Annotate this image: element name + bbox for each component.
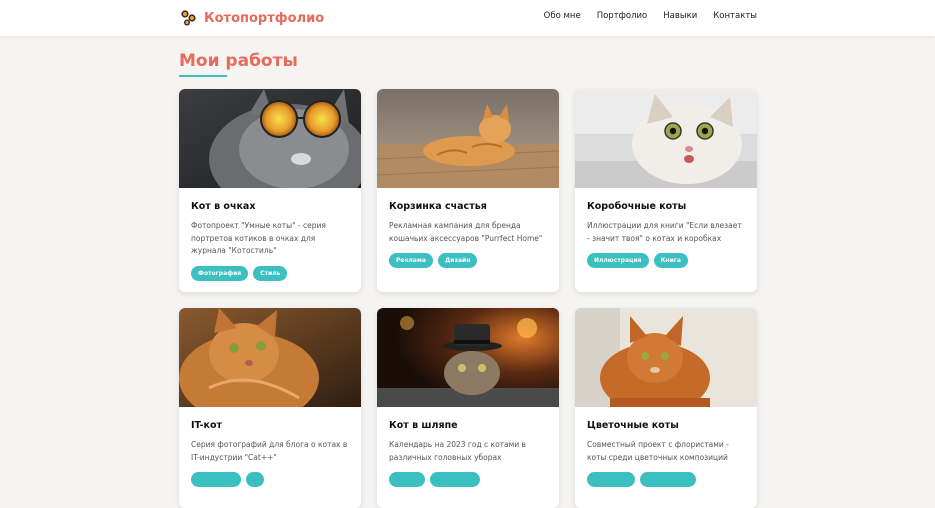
card-title: Коробочные коты xyxy=(587,201,687,212)
main-nav: Обо мне Портфолио Навыки Контакты xyxy=(544,11,757,21)
portfolio-card[interactable]: Цветочные коты Совместный проект с флори… xyxy=(575,308,757,508)
tag-design[interactable]: Дизайн xyxy=(437,253,478,268)
tag-2[interactable] xyxy=(640,472,696,487)
tag-1[interactable] xyxy=(191,472,241,487)
tag-style[interactable]: Стиль xyxy=(253,265,288,281)
card-image-it-cat xyxy=(179,308,361,407)
card-image-cat-basket xyxy=(377,89,559,188)
portfolio-card[interactable]: Корзинка счастья Рекламная кампания для … xyxy=(377,89,559,292)
card-description: Совместный проект с флористами - коты ср… xyxy=(587,440,729,462)
tag-1[interactable] xyxy=(587,472,635,487)
tag-list xyxy=(389,472,547,487)
tag-ads[interactable]: Реклама xyxy=(389,253,433,268)
card-description: Календарь на 2023 год с котами в различн… xyxy=(389,440,526,462)
card-body: IT-кот Серия фотографий для блога о кота… xyxy=(179,407,361,497)
logo[interactable]: Котопортфолио xyxy=(180,9,324,27)
card-description: Фотопроект "Умные коты" - серия портрето… xyxy=(191,221,326,255)
card-image-cat-glasses xyxy=(179,89,361,188)
card-title: IT-кот xyxy=(191,420,223,431)
tag-list: Иллюстрация Книга xyxy=(587,253,745,268)
tag-1[interactable] xyxy=(389,472,425,487)
portfolio-card[interactable]: IT-кот Серия фотографий для блога о кота… xyxy=(179,308,361,508)
tag-illustration[interactable]: Иллюстрация xyxy=(587,253,649,268)
card-body: Кот в шляпе Календарь на 2023 год с кота… xyxy=(377,407,559,497)
card-image-cat-box xyxy=(575,89,757,188)
tag-2[interactable] xyxy=(430,472,480,487)
tag-photo[interactable]: Фотография xyxy=(191,265,249,281)
tag-list xyxy=(191,472,349,487)
logo-text: Котопортфолио xyxy=(204,10,325,26)
paw-icon xyxy=(181,10,196,26)
card-description: Иллюстрации для книги "Если влезает - зн… xyxy=(587,221,742,243)
card-title: Кот в шляпе xyxy=(389,420,458,431)
site-header: Котопортфолио Обо мне Портфолио Навыки К… xyxy=(0,0,935,36)
nav-link-portfolio[interactable]: Портфолио xyxy=(597,11,648,21)
card-body: Корзинка счастья Рекламная кампания для … xyxy=(377,188,559,278)
portfolio-card[interactable]: Коробочные коты Иллюстрации для книги "Е… xyxy=(575,89,757,292)
tag-list: Фотография Стиль xyxy=(191,265,349,281)
card-title: Кот в очках xyxy=(191,201,256,212)
tag-list xyxy=(587,472,745,487)
card-description: Серия фотографий для блога о котах в IT-… xyxy=(191,440,348,462)
card-title: Корзинка счастья xyxy=(389,201,487,212)
section-title: Мои работы xyxy=(179,51,298,71)
card-description: Рекламная кампания для бренда кошачьих а… xyxy=(389,221,543,243)
card-body: Цветочные коты Совместный проект с флори… xyxy=(575,407,757,497)
tag-2[interactable] xyxy=(246,472,264,487)
nav-link-contacts[interactable]: Контакты xyxy=(713,11,757,21)
portfolio-card[interactable]: Кот в шляпе Календарь на 2023 год с кота… xyxy=(377,308,559,508)
tag-book[interactable]: Книга xyxy=(653,253,688,268)
card-body: Коробочные коты Иллюстрации для книги "Е… xyxy=(575,188,757,278)
nav-link-about[interactable]: Обо мне xyxy=(544,11,581,21)
card-title: Цветочные коты xyxy=(587,420,679,431)
tag-list: Реклама Дизайн xyxy=(389,253,547,268)
card-image-flower-cat xyxy=(575,308,757,407)
title-underline xyxy=(179,75,227,77)
portfolio-card[interactable]: Кот в очках Фотопроект "Умные коты" - се… xyxy=(179,89,361,292)
card-body: Кот в очках Фотопроект "Умные коты" - се… xyxy=(179,188,361,291)
nav-link-skills[interactable]: Навыки xyxy=(663,11,697,21)
card-image-cat-hat xyxy=(377,308,559,407)
